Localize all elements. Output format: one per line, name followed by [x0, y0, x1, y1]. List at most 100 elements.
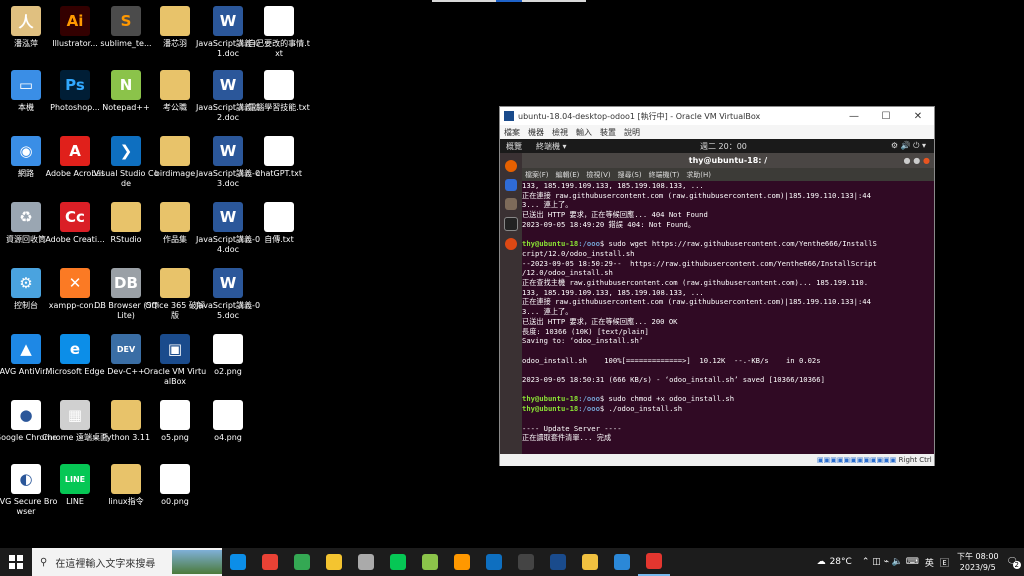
terminal-line: 3... 連上了。 — [522, 307, 573, 317]
search-icon: ⚲ — [40, 556, 48, 568]
taskbar-sublime-button[interactable] — [446, 548, 478, 576]
menu-machine[interactable]: 機器 — [528, 127, 544, 138]
terminal-output[interactable]: 133, 185.199.109.133, 185.199.108.133, .… — [522, 181, 934, 449]
app-icon — [213, 400, 243, 430]
terminal-line: cript/12.0/odoo_install.sh — [522, 248, 635, 258]
files-icon[interactable] — [505, 198, 517, 210]
activities-button[interactable]: 概覽 — [506, 141, 522, 152]
tool-icon — [582, 554, 598, 570]
app-icon: ❯ — [111, 136, 141, 166]
desktop-icon[interactable]: o4.png — [195, 400, 261, 443]
app-icon: W — [213, 70, 243, 100]
desktop-icon[interactable]: 電腦學習技能.txt — [246, 70, 312, 113]
terminal-line: 133, 185.199.109.133, 185.199.108.133, .… — [522, 181, 704, 190]
taskbar-apps — [222, 548, 670, 576]
maximize-icon[interactable]: ☐ — [870, 111, 902, 122]
desktop-icon[interactable]: o0.png — [142, 464, 208, 507]
app-icon: S — [111, 6, 141, 36]
clock-area[interactable]: 下午 08:00 2023/9/5 — [957, 551, 999, 573]
app-icon — [264, 202, 294, 232]
term-menu-edit[interactable]: 編輯(E) — [556, 170, 580, 180]
taskbar-chrome-profile-button[interactable] — [286, 548, 318, 576]
guest-screen[interactable]: 概覽 終端機 ▾ 週二 20：00 ⚙ 🔊 ⏻ ▾ thy@ubuntu-18:… — [500, 139, 934, 454]
taskbar-pinwheel-button[interactable] — [350, 548, 382, 576]
start-button[interactable] — [0, 548, 32, 576]
terminal-titlebar[interactable]: thy@ubuntu-18: / ● ● ● — [522, 153, 934, 168]
terminal-line: 已送出 HTTP 要求，正在等候回應... 404 Not Found — [522, 210, 708, 220]
virtualbox-window[interactable]: ubuntu-18.04-desktop-odoo1 [執行中] - Oracl… — [499, 106, 935, 466]
term-menu-file[interactable]: 檔案(F) — [525, 170, 549, 180]
app-icon: W — [213, 268, 243, 298]
minimize-icon[interactable]: — — [838, 111, 870, 122]
menu-input[interactable]: 輸入 — [576, 127, 592, 138]
taskbar-edge-button[interactable] — [222, 548, 254, 576]
app-icon — [160, 70, 190, 100]
desktop-icon[interactable]: W JavaScript講義-05.doc — [195, 268, 261, 321]
term-menu-help[interactable]: 求助(H) — [686, 170, 711, 180]
taskbar-vscode-button[interactable] — [478, 548, 510, 576]
app-icon: W — [213, 136, 243, 166]
taskbar-explorer-button[interactable] — [318, 548, 350, 576]
app-icon: ◐ — [11, 464, 41, 494]
vbox-statusbar: ▣▣▣▣▣▣▣▣▣▣▣▣ Right Ctrl — [500, 454, 934, 466]
app-icon — [160, 136, 190, 166]
close-icon[interactable]: ✕ — [902, 111, 934, 122]
desktop-icon-label: o4.png — [214, 433, 242, 442]
ime-mode-icon[interactable]: 🄴 — [940, 556, 949, 569]
app-icon: DEV — [111, 334, 141, 364]
taskbar-virtualbox-button[interactable] — [542, 548, 574, 576]
terminal-line: ---- Update Server ---- — [522, 423, 622, 433]
app-menu[interactable]: 終端機 ▾ — [536, 141, 567, 152]
terminal-title: thy@ubuntu-18: / — [688, 156, 768, 165]
weather-temp[interactable]: 28°C — [830, 557, 852, 567]
term-menu-search[interactable]: 搜尋(S) — [618, 170, 642, 180]
taskbar-notepadpp-button[interactable] — [414, 548, 446, 576]
menu-help[interactable]: 說明 — [624, 127, 640, 138]
taskbar-tool-button[interactable] — [574, 548, 606, 576]
taskbar-chrome-button[interactable] — [254, 548, 286, 576]
virtualbox-icon — [550, 554, 566, 570]
terminal-line: 正在連接 raw.githubusercontent.com (raw.gith… — [522, 297, 871, 307]
ime-indicator[interactable]: 英 — [925, 556, 934, 569]
taskbar-photos-button[interactable] — [606, 548, 638, 576]
menu-view[interactable]: 檢視 — [552, 127, 568, 138]
term-menu-view[interactable]: 檢視(V) — [586, 170, 610, 180]
menu-file[interactable]: 檔案 — [504, 127, 520, 138]
terminal-line: thy@ubuntu-18:/ooo$ sudo chmod +x odoo_i… — [522, 394, 735, 404]
desktop-icon-label: 自傳.txt — [264, 235, 294, 244]
vbox-titlebar[interactable]: ubuntu-18.04-desktop-odoo1 [執行中] - Oracl… — [500, 107, 934, 125]
app-icon: Ps — [60, 70, 90, 100]
desktop-icon[interactable]: o2.png — [195, 334, 261, 377]
terminal-line: 133, 185.199.109.133, 185.199.108.133, .… — [522, 287, 704, 297]
system-tray-icons[interactable]: ⚙ 🔊 ⏻ ▾ — [891, 141, 926, 151]
terminal-line: --2023-09-05 18:50:29-- https://raw.gith… — [522, 258, 877, 268]
taskbar-line-button[interactable] — [382, 548, 414, 576]
terminal-window[interactable]: thy@ubuntu-18: / ● ● ● 檔案(F) 編輯(E) 檢視(V)… — [522, 153, 934, 454]
desktop-icon[interactable]: chatGPT.txt — [246, 136, 312, 179]
app-icon — [264, 70, 294, 100]
terminal-icon[interactable] — [504, 217, 518, 231]
term-menu-terminal[interactable]: 終端機(T) — [649, 170, 680, 180]
help-icon[interactable] — [505, 238, 517, 250]
chrome-icon — [262, 554, 278, 570]
search-box[interactable]: ⚲ 在這裡輸入文字來搜尋 — [32, 548, 222, 576]
desktop: 人潘泓萍 Ai Illustrator... Ssublime_te... 潘芯羽 W Ja… — [0, 0, 1024, 548]
firefox-icon[interactable] — [505, 160, 517, 172]
taskbar-snip-button[interactable] — [638, 548, 670, 576]
tray-icons[interactable]: ⌃ ◫ ⌁ 🔈 ⌨ — [862, 557, 919, 567]
clock[interactable]: 週二 20：00 — [700, 141, 747, 152]
thunderbird-icon[interactable] — [505, 179, 517, 191]
desktop-icon[interactable]: 自傳.txt — [246, 202, 312, 245]
window-controls-icon[interactable]: ● ● ● — [903, 153, 930, 168]
taskbar: ⚲ 在這裡輸入文字來搜尋 ☁ 28°C ⌃ ◫ ⌁ 🔈 ⌨ 英 🄴 下午 08:… — [0, 548, 1024, 576]
weather-icon[interactable]: ☁ — [817, 557, 826, 567]
desktop-icon[interactable]: 自己要改的事情.txt — [246, 6, 312, 59]
status-icons[interactable]: ▣▣▣▣▣▣▣▣▣▣▣▣ — [817, 456, 899, 464]
menu-devices[interactable]: 裝置 — [600, 127, 616, 138]
notification-icon[interactable]: 🗨 2 — [1007, 557, 1021, 569]
app-icon: DB — [111, 268, 141, 298]
terminal-line: /12.0/odoo_install.sh — [522, 268, 613, 278]
taskbar-terminal-button[interactable] — [510, 548, 542, 576]
